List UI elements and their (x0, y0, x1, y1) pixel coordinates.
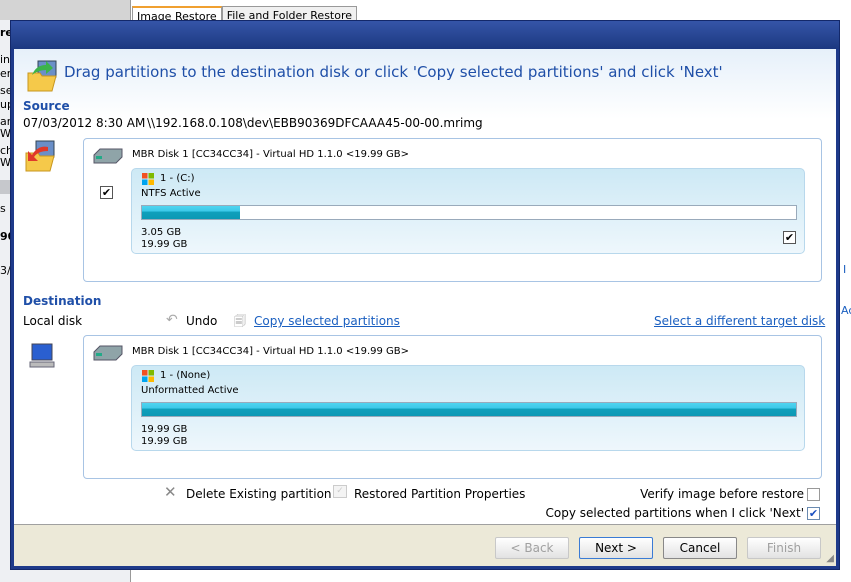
bg-text: I (843, 263, 847, 276)
cancel-button[interactable]: Cancel (663, 537, 737, 559)
restore-dialog: Drag partitions to the destination disk … (10, 20, 840, 570)
copy-on-next-label: Copy selected partitions when I click 'N… (545, 506, 804, 520)
partition-used: 19.99 GB (141, 424, 188, 435)
destination-label: Destination (23, 294, 102, 308)
bg-text: s (0, 202, 6, 215)
destination-disk-panel: MBR Disk 1 [CC34CC34] - Virtual HD 1.1.0… (83, 335, 822, 479)
hard-disk-icon (93, 345, 123, 361)
hard-disk-icon (93, 148, 123, 164)
source-label: Source (23, 99, 70, 113)
dialog-heading: Drag partitions to the destination disk … (64, 63, 723, 81)
restore-folder-icon (27, 60, 57, 92)
destination-type: Local disk (23, 314, 83, 328)
destination-disk-header: MBR Disk 1 [CC34CC34] - Virtual HD 1.1.0… (132, 346, 410, 357)
verify-checkbox[interactable] (807, 488, 820, 501)
dialog-titlebar[interactable] (11, 21, 839, 49)
partition-filesystem: NTFS Active (141, 188, 201, 199)
undo-icon: ↶ (166, 312, 178, 328)
undo-button[interactable]: Undo (186, 314, 217, 328)
partition-filesystem: Unformatted Active (141, 385, 239, 396)
local-computer-icon (29, 343, 55, 368)
source-image-icon (25, 140, 55, 172)
source-disk-header: MBR Disk 1 [CC34CC34] - Virtual HD 1.1.0… (132, 149, 410, 160)
copy-icon: 🗐 (234, 314, 246, 328)
verify-label: Verify image before restore (640, 487, 804, 501)
usage-fill (142, 403, 796, 416)
select-target-disk-link[interactable]: Select a different target disk (654, 314, 825, 328)
windows-logo-icon (142, 173, 154, 185)
source-partition-checkbox[interactable]: ✔ (783, 231, 796, 244)
partition-used: 3.05 GB (141, 227, 182, 238)
partition-name: 1 - (None) (160, 370, 211, 381)
partition-total: 19.99 GB (141, 239, 188, 250)
source-partition[interactable]: 1 - (C:) NTFS Active 3.05 GB 19.99 GB ✔ (131, 168, 805, 254)
bg-text: Ac (841, 304, 851, 317)
windows-logo-icon (142, 370, 154, 382)
source-disk-panel: MBR Disk 1 [CC34CC34] - Virtual HD 1.1.0… (83, 138, 822, 282)
delete-partition-button[interactable]: Delete Existing partition (186, 487, 332, 501)
partition-name: 1 - (C:) (160, 173, 195, 184)
delete-icon: ✕ (164, 483, 177, 501)
resize-grip-icon[interactable]: ◢ (826, 553, 834, 564)
source-disk-checkbox[interactable]: ✔ (100, 186, 113, 199)
dialog-footer: < Back Next > Cancel Finish ◢ (14, 524, 836, 566)
properties-icon: ✓ (333, 485, 347, 498)
dialog-content: Drag partitions to the destination disk … (14, 49, 836, 524)
destination-partition[interactable]: 1 - (None) Unformatted Active 19.99 GB 1… (131, 365, 805, 451)
source-path: \\192.168.0.108\dev\EBB90369DFCAAA45-00-… (147, 116, 483, 130)
copy-selected-partitions-link[interactable]: Copy selected partitions (254, 314, 400, 328)
usage-fill (142, 206, 241, 219)
back-button[interactable]: < Back (495, 537, 569, 559)
partition-properties-button[interactable]: Restored Partition Properties (354, 487, 525, 501)
finish-button[interactable]: Finish (747, 537, 821, 559)
next-button[interactable]: Next > (579, 537, 653, 559)
partition-total: 19.99 GB (141, 436, 188, 447)
copy-on-next-checkbox[interactable]: ✔ (807, 507, 820, 520)
partition-usage-bar (141, 402, 797, 417)
source-date: 07/03/2012 8:30 AM (23, 116, 146, 130)
partition-usage-bar (141, 205, 797, 220)
